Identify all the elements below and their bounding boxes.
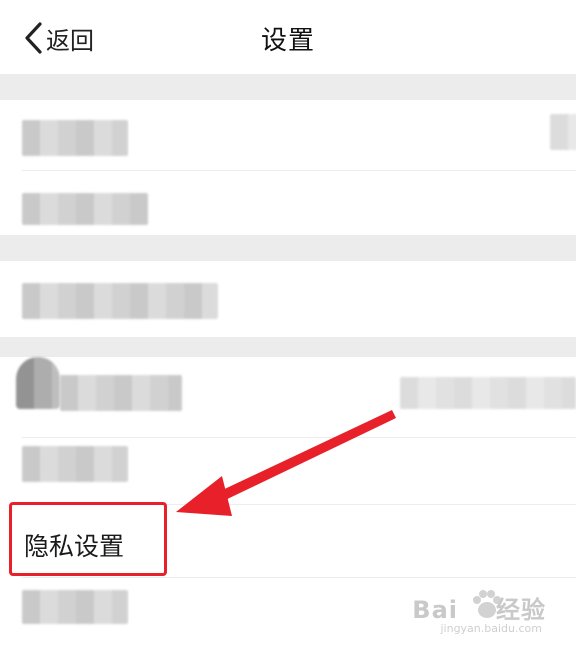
- watermark-url: jingyan.baidu.com: [440, 622, 542, 635]
- settings-row[interactable]: [0, 100, 576, 170]
- watermark-suffix: 经验: [496, 596, 546, 624]
- blurred-label: [22, 120, 128, 156]
- blurred-label: [22, 446, 128, 482]
- section-gap: [0, 74, 576, 100]
- settings-row[interactable]: [0, 357, 576, 437]
- blurred-label: [22, 590, 128, 624]
- blurred-avatar: [550, 114, 576, 150]
- page-title: 设置: [260, 26, 315, 56]
- settings-row[interactable]: [0, 438, 576, 504]
- settings-row[interactable]: [0, 261, 576, 337]
- section-gap: [0, 235, 576, 261]
- blurred-label: [22, 193, 148, 225]
- blurred-value: [400, 377, 576, 409]
- highlight-box: [9, 502, 167, 576]
- watermark-logo: Bai 经验: [412, 590, 546, 625]
- blurred-label: [22, 283, 218, 319]
- section-gap: [0, 337, 576, 357]
- blurred-icon: [16, 357, 60, 409]
- watermark-brand: Bai: [412, 596, 458, 624]
- settings-row[interactable]: [0, 171, 576, 235]
- nav-bar: 返回 设置: [0, 0, 576, 74]
- blurred-label: [60, 375, 182, 411]
